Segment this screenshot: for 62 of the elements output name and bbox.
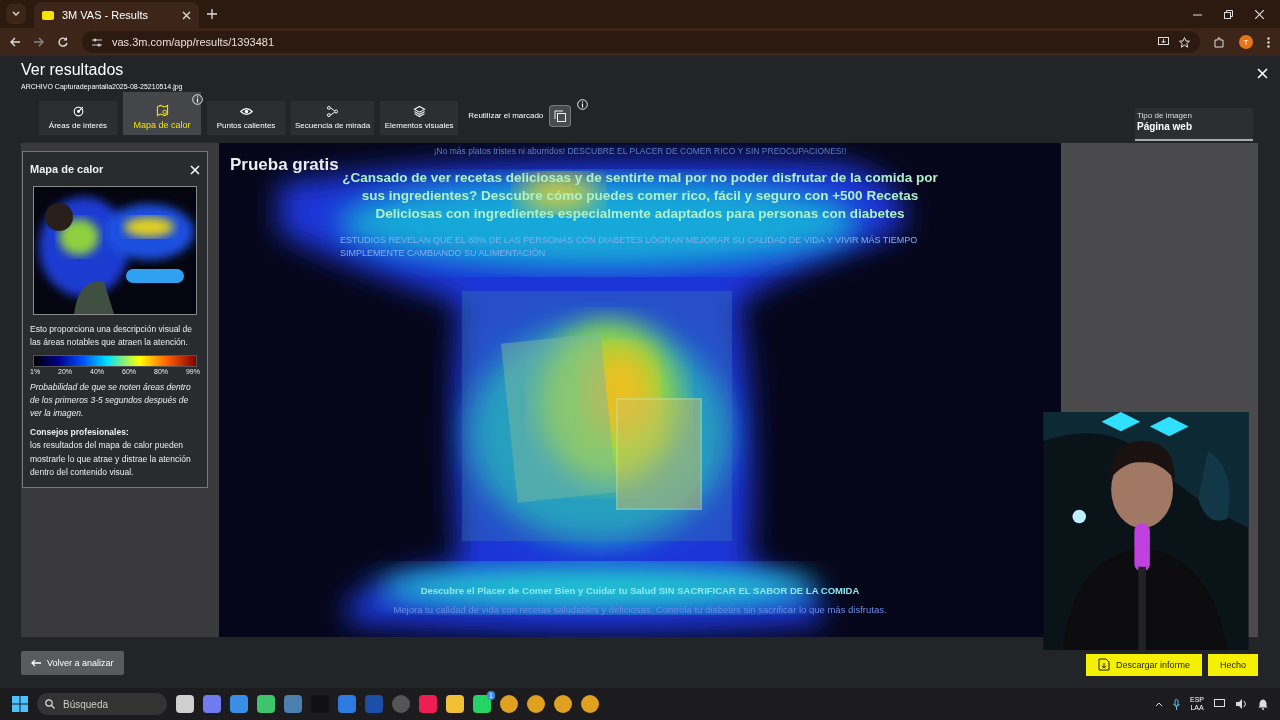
- chevron-icon[interactable]: [1155, 701, 1163, 707]
- close-icon[interactable]: [1255, 9, 1264, 19]
- nodes-icon: [326, 105, 340, 118]
- eye-icon: [239, 105, 253, 118]
- close-icon[interactable]: [182, 10, 191, 20]
- forward-icon[interactable]: [34, 37, 44, 47]
- address-bar[interactable]: vas.3m.com/app/results/1393481: [82, 31, 1200, 53]
- search-field[interactable]: Búsqueda: [37, 693, 167, 715]
- speaker-icon[interactable]: [1236, 699, 1248, 709]
- app-icon[interactable]: [176, 695, 194, 713]
- panel-description: Esto proporciona una descripción visual de las áreas notables que atraen la atención.: [30, 323, 194, 350]
- back-icon[interactable]: [10, 37, 20, 47]
- copy-icon: [554, 109, 567, 122]
- site-settings-icon[interactable]: [92, 37, 102, 47]
- info-icon[interactable]: [192, 94, 203, 105]
- download-button[interactable]: Descargar informe: [1085, 653, 1202, 676]
- view-tab[interactable]: Áreas de interés: [39, 101, 117, 135]
- layers-icon: [412, 105, 426, 118]
- map-icon: [155, 104, 169, 117]
- menu-icon[interactable]: [1267, 36, 1270, 48]
- info-icon[interactable]: [577, 98, 589, 110]
- back-button[interactable]: Volver a analizar: [21, 650, 124, 675]
- app-icon[interactable]: [230, 695, 248, 713]
- app-icon[interactable]: [257, 695, 275, 713]
- target-icon: [71, 105, 85, 118]
- probability-note: Probabilidad de que se noten áreas dentro de los primeros 3-5 segundos después de ver la imagen.: [30, 380, 192, 421]
- app-icon[interactable]: [446, 695, 464, 713]
- new-tab-icon[interactable]: [207, 9, 217, 19]
- view-tab[interactable]: Mapa de calor: [123, 92, 201, 135]
- tab-list-button[interactable]: [6, 4, 26, 24]
- tips-text: los resultados del mapa de calor pueden mostrarle lo que atrae y distrae la atención dentro del contenido visual.: [30, 439, 192, 479]
- app-icon[interactable]: [554, 695, 572, 713]
- view-tab[interactable]: Elementos visuales: [380, 101, 459, 135]
- download-icon: [1097, 658, 1110, 671]
- app-icon[interactable]: [203, 695, 221, 713]
- app-icon[interactable]: [500, 695, 518, 713]
- start-icon[interactable]: [12, 696, 28, 712]
- app-icon[interactable]: [581, 695, 599, 713]
- microphone-icon[interactable]: [1173, 698, 1180, 710]
- view-tab[interactable]: Puntos calientes: [207, 101, 285, 135]
- arrow-icon: [31, 658, 41, 667]
- close-icon: [1257, 68, 1268, 79]
- reuse-label: Reutilizar el marcado: [468, 111, 544, 120]
- tips-title: Consejos profesionales:: [30, 426, 130, 440]
- browser-tab[interactable]: 3M VAS - Results: [34, 2, 199, 28]
- bell-icon[interactable]: [1258, 698, 1268, 710]
- install-icon[interactable]: [1158, 37, 1169, 47]
- search-icon: [45, 699, 55, 709]
- panel-title: Mapa de calor: [30, 162, 104, 177]
- image-type-field[interactable]: Tipo de imagen Página web: [1135, 108, 1253, 141]
- star-icon[interactable]: [1179, 36, 1190, 48]
- close-button[interactable]: [1257, 68, 1268, 79]
- view-tab[interactable]: Secuencia de mirada: [291, 101, 375, 135]
- done-button[interactable]: Hecho: [1208, 653, 1258, 676]
- page-title: Ver resultados: [21, 60, 125, 79]
- close-button[interactable]: [190, 164, 200, 175]
- app-icon[interactable]: [527, 695, 545, 713]
- restore-icon[interactable]: [1224, 9, 1233, 19]
- copy-button[interactable]: [549, 104, 572, 127]
- close-icon: [190, 164, 200, 175]
- chevron-icon: [12, 11, 20, 17]
- reload-icon[interactable]: [58, 37, 68, 47]
